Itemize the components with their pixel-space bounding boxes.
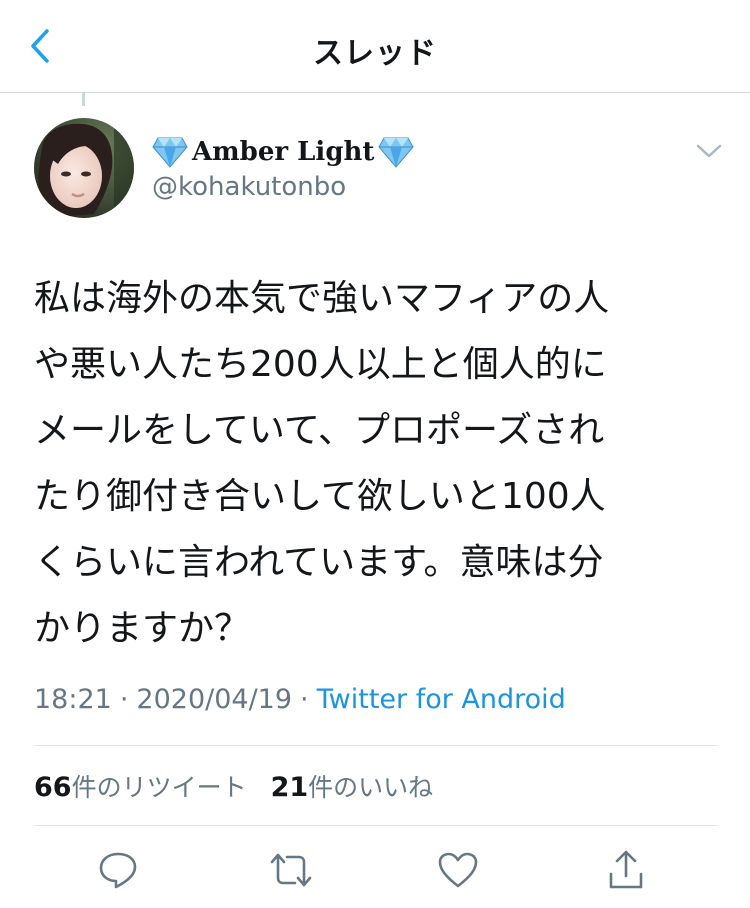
thread-connector-line	[82, 92, 85, 106]
retweets-count: 66	[34, 772, 72, 803]
display-name[interactable]: Amber Light	[152, 134, 415, 170]
retweets-label: 件のリツイート	[71, 773, 247, 802]
user-handle[interactable]: @kohakutonbo	[152, 172, 346, 202]
tweet-stats: 66 件のリツイート 21 件のいいね	[34, 768, 433, 804]
tweet-text-line: くらいに言われています。意味は分	[34, 542, 604, 583]
display-name-text: Amber Light	[192, 137, 375, 167]
navigation-header: スレッド	[0, 0, 750, 93]
avatar[interactable]	[34, 118, 134, 218]
diamond-icon	[152, 137, 188, 168]
tweet-source-link[interactable]: Twitter for Android	[317, 684, 566, 715]
retweets-count-link[interactable]: 66 件のリツイート	[34, 768, 247, 804]
tweet-text-line: や悪い人たち200人以上と個人的に	[34, 344, 607, 385]
tweet-text-line: かりますか？	[34, 608, 251, 649]
tweet-time[interactable]: 18:21	[34, 684, 112, 715]
retweet-icon	[270, 853, 312, 887]
likes-count: 21	[270, 772, 309, 803]
more-options-button[interactable]	[692, 138, 726, 164]
diamond-icon	[378, 137, 415, 168]
likes-count-link[interactable]: 21 件のいいね	[271, 768, 434, 804]
tweet-text: 私は海外の本気で強いマフィアの人 や悪い人たち200人以上と個人的に メールをし…	[34, 266, 724, 662]
tweet-actions-bar	[0, 840, 750, 900]
chevron-down-icon	[696, 144, 722, 158]
reply-icon	[99, 852, 137, 889]
tweet-text-line: メールをしていて、プロポーズされ	[34, 410, 605, 451]
tweet-metadata: 18:21 · 2020/04/19 · Twitter for Android	[34, 684, 566, 715]
heart-icon	[438, 852, 478, 888]
page-title: スレッド	[313, 36, 437, 71]
retweet-button[interactable]	[265, 844, 317, 896]
reply-button[interactable]	[92, 844, 144, 896]
meta-separator: ·	[300, 684, 309, 715]
tweet-text-line: 私は海外の本気で強いマフィアの人	[34, 278, 610, 319]
likes-label: 件のいいね	[308, 773, 434, 802]
divider	[34, 745, 718, 746]
tweet-text-line: たり御付き合いして欲しいと100人	[34, 476, 606, 517]
divider	[34, 825, 718, 826]
like-button[interactable]	[432, 844, 484, 896]
tweet-date[interactable]: 2020/04/19	[136, 684, 292, 715]
meta-separator: ·	[119, 684, 129, 715]
avatar-photo	[34, 118, 134, 218]
share-icon	[609, 850, 643, 889]
share-button[interactable]	[600, 844, 652, 896]
